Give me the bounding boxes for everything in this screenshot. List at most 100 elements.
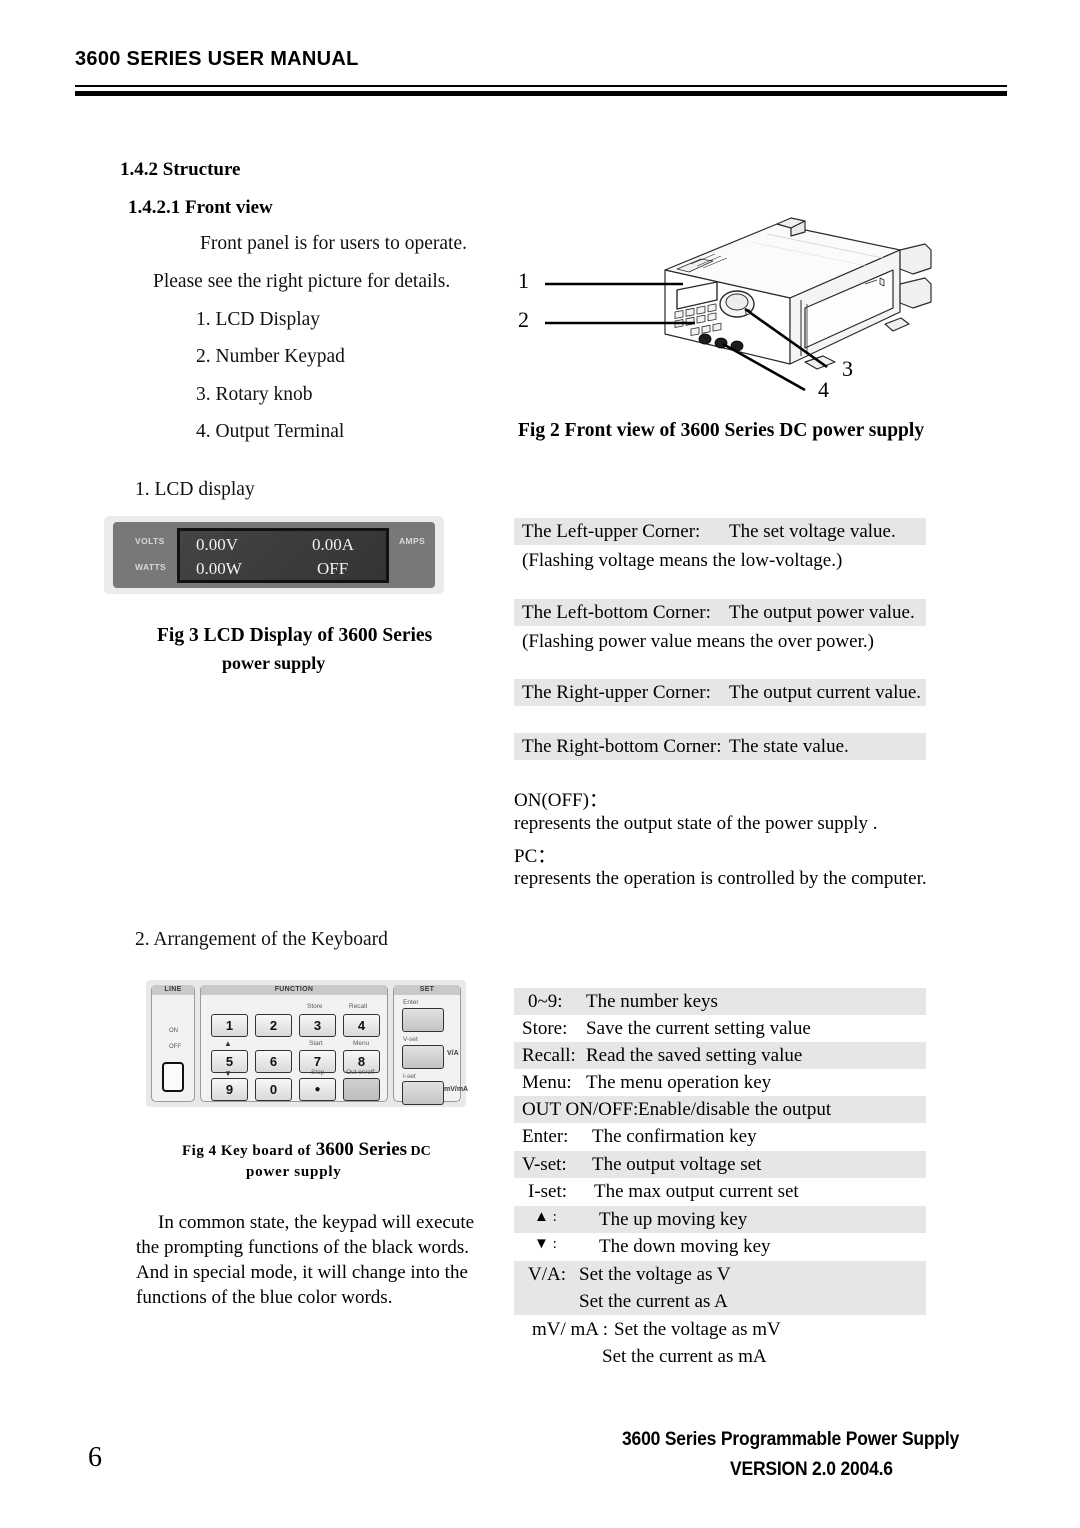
table-row: V/A: Set the voltage as V	[514, 1261, 926, 1288]
corner-value: The set voltage value.	[729, 521, 896, 542]
subheading-lcd-display: 1. LCD display	[135, 479, 255, 500]
key-description: The confirmation key	[592, 1126, 757, 1147]
keypad-key-0[interactable]: 0	[255, 1078, 292, 1101]
figure-3-caption-line2: power supply	[222, 653, 326, 673]
keypad-key-4[interactable]: 4	[343, 1014, 380, 1037]
fig2-callout-3: 3	[842, 356, 853, 381]
lcd-label-volts: VOLTS	[135, 536, 165, 546]
figure-4-keypad: LINE ON OFF FUNCTION 1 2 3 4 Store Recal…	[146, 980, 468, 1107]
keypad-blue-label-menu: Menu	[353, 1040, 370, 1047]
table-row: Menu: The menu operation key	[514, 1069, 926, 1096]
key-name: V-set:	[522, 1154, 567, 1175]
keypad-blue-label-start: Start	[309, 1040, 323, 1047]
closing-paragraph: In common state, the keypad will execute…	[136, 1210, 474, 1310]
keypad-key-9[interactable]: 9	[211, 1078, 248, 1101]
keypad-group-line: LINE ON OFF	[151, 985, 195, 1102]
keypad-blue-label-out-onoff: Out on/off	[346, 1069, 375, 1076]
keypad-key-dot[interactable]: ●	[299, 1078, 336, 1101]
key-description: Set the current as mA	[602, 1346, 767, 1367]
keypad-label-vset: V-set	[403, 1036, 418, 1043]
fig2-callout-2: 2	[518, 307, 529, 332]
table-row: 0~9: The number keys	[514, 988, 926, 1015]
key-name: Menu:	[522, 1072, 572, 1093]
keypad-group-line-title: LINE	[152, 985, 194, 995]
keypad-group-function-title: FUNCTION	[201, 985, 387, 995]
power-supply-3d-drawing	[545, 217, 932, 392]
table-row: The Left-upper Corner: The set voltage v…	[514, 518, 926, 545]
keypad-key-6[interactable]: 6	[255, 1050, 292, 1073]
key-name: OUT ON/OFF:	[522, 1099, 639, 1120]
corner-label: The Right-upper Corner:	[522, 682, 711, 703]
key-description: Save the current setting value	[586, 1018, 811, 1039]
table-row: V-set: The output voltage set	[514, 1151, 926, 1178]
part-list-item-rotary-knob: 3. Rotary knob	[196, 384, 313, 405]
table-row: The Right-upper Corner: The output curre…	[514, 679, 926, 706]
part-list-item-lcd-display: 1. LCD Display	[196, 309, 321, 330]
keypad-label-enter: Enter	[403, 999, 419, 1006]
table-row: Set the current as mA	[514, 1343, 926, 1370]
key-name: Store:	[522, 1018, 568, 1039]
header-title: 3600 SERIES USER MANUAL	[75, 48, 359, 70]
keypad-key-3[interactable]: 3	[299, 1014, 336, 1037]
keypad-key-iset[interactable]	[402, 1081, 444, 1105]
key-description: The number keys	[586, 991, 718, 1012]
keypad-side-label-mvma: mV/mA	[444, 1086, 469, 1093]
page-header: 3600 SERIES USER MANUAL	[75, 48, 1005, 71]
key-description: Set the voltage as V	[579, 1264, 731, 1285]
key-name-down-arrow: ▼ :	[534, 1236, 557, 1252]
lcd-screen: 0.00V 0.00A 0.00W OFF	[177, 528, 389, 583]
figure-2-caption: Fig 2 Front view of 3600 Series DC power…	[518, 420, 925, 441]
corner-note: (Flashing power value means the over pow…	[522, 631, 874, 652]
key-description: Read the saved setting value	[586, 1045, 803, 1066]
onoff-description: represents the output state of the power…	[514, 813, 878, 834]
table-row: mV/ mA : Set the voltage as mV	[514, 1316, 926, 1343]
key-name: 0~9:	[528, 991, 563, 1012]
key-description: Enable/disable the output	[638, 1099, 832, 1120]
keypad-key-enter[interactable]	[402, 1008, 444, 1032]
key-description: The max output current set	[594, 1181, 799, 1202]
keypad-line-mark-on: ON	[169, 1028, 178, 1034]
corner-note: (Flashing voltage means the low-voltage.…	[522, 550, 843, 571]
key-description: Set the voltage as mV	[614, 1319, 781, 1340]
key-description: The up moving key	[599, 1209, 748, 1230]
closing-paragraph-line3: And in special mode, it will change into…	[136, 1262, 468, 1283]
keypad-blue-label-stop: Stop	[311, 1069, 325, 1076]
keypad-group-set: SET Enter V-set I-set V/A mV/mA	[393, 985, 468, 1105]
intro-line-2: Please see the right picture for details…	[153, 271, 451, 292]
table-row: Enter: The confirmation key	[514, 1123, 926, 1150]
corner-label: The Left-upper Corner:	[522, 521, 701, 542]
key-description: The down moving key	[599, 1236, 771, 1257]
figure-4-caption-series: 3600 Series	[315, 1139, 408, 1160]
key-name-up-arrow: ▲ :	[534, 1209, 557, 1225]
table-row: The Right-bottom Corner: The state value…	[514, 733, 926, 760]
footer-product-name: 3600 Series Programmable Power Supply	[622, 1429, 960, 1450]
keypad-up-arrow-icon: ▲	[224, 1039, 232, 1048]
key-description: Set the current as A	[579, 1291, 728, 1312]
keypad-key-1[interactable]: 1	[211, 1014, 248, 1037]
key-name: Recall:	[522, 1045, 576, 1066]
keypad-blue-label-store: Store	[307, 1003, 323, 1010]
section-heading-front-view: 1.4.2.1 Front view	[128, 197, 273, 218]
power-switch-button[interactable]	[162, 1062, 184, 1092]
lcd-current-value: 0.00A	[312, 535, 355, 554]
keypad-key-2[interactable]: 2	[255, 1014, 292, 1037]
keypad-key-vset[interactable]	[402, 1045, 444, 1069]
corner-value: The output power value.	[729, 602, 915, 623]
figure-4-caption-line1: Fig 4 Key board of 3600 Series DC	[182, 1139, 431, 1161]
lcd-state-value: OFF	[317, 559, 349, 578]
corner-label: The Left-bottom Corner:	[522, 602, 711, 623]
keypad-side-label-va: V/A	[447, 1050, 459, 1057]
keypad-group-function: FUNCTION 1 2 3 4 Store Recall 5 6 7 8 ▲ …	[200, 985, 388, 1102]
header-rule-thick	[75, 91, 1007, 96]
lcd-label-watts: WATTS	[135, 562, 167, 572]
corner-label: The Right-bottom Corner:	[522, 736, 722, 757]
pc-label: PC：	[514, 846, 557, 867]
lcd-bezel: VOLTS WATTS AMPS 0.00V 0.00A 0.00W OFF	[113, 522, 435, 588]
table-row: ▼ : The down moving key	[514, 1233, 926, 1260]
corner-value: The output current value.	[729, 682, 922, 703]
key-description: The menu operation key	[586, 1072, 772, 1093]
keypad-key-out-onoff[interactable]	[343, 1078, 380, 1101]
key-description: The output voltage set	[592, 1154, 762, 1175]
part-list-item-number-keypad: 2. Number Keypad	[196, 346, 345, 367]
table-row: OUT ON/OFF: Enable/disable the output	[514, 1096, 926, 1123]
